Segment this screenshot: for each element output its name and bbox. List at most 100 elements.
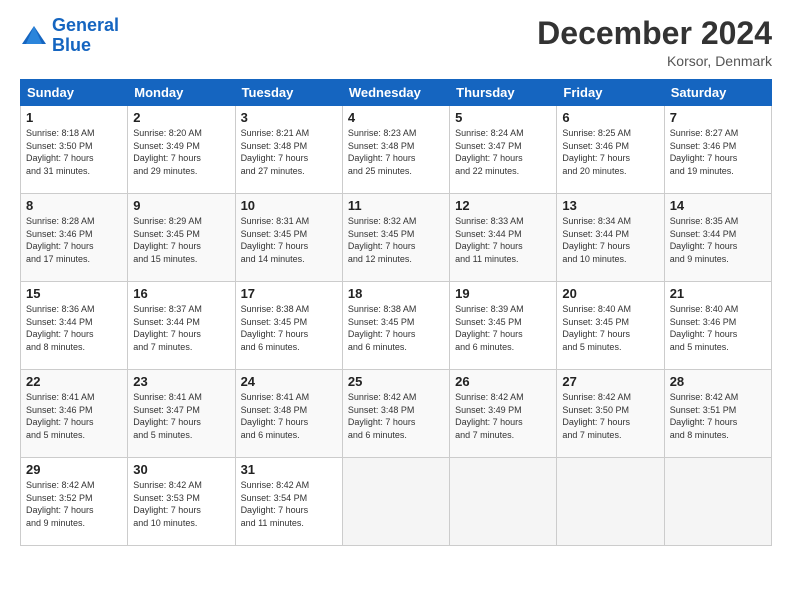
calendar-cell: 13Sunrise: 8:34 AM Sunset: 3:44 PM Dayli… xyxy=(557,194,664,282)
day-info: Sunrise: 8:42 AM Sunset: 3:53 PM Dayligh… xyxy=(133,479,229,529)
day-info: Sunrise: 8:28 AM Sunset: 3:46 PM Dayligh… xyxy=(26,215,122,265)
day-info: Sunrise: 8:42 AM Sunset: 3:54 PM Dayligh… xyxy=(241,479,337,529)
day-number: 30 xyxy=(133,462,229,477)
day-number: 15 xyxy=(26,286,122,301)
calendar-cell: 29 Sunrise: 8:42 AM Sunset: 3:52 PM Dayli… xyxy=(21,458,128,546)
day-number: 22 xyxy=(26,374,122,389)
day-number: 7 xyxy=(670,110,766,125)
calendar-week-1: 1 Sunrise: 8:18 AM Sunset: 3:50 PM Daylig… xyxy=(21,106,772,194)
day-info: Sunrise: 8:42 AM Sunset: 3:52 PM Dayligh… xyxy=(26,479,122,529)
day-info: Sunrise: 8:31 AM Sunset: 3:45 PM Dayligh… xyxy=(241,215,337,265)
logo-text: General Blue xyxy=(52,16,119,56)
day-number: 21 xyxy=(670,286,766,301)
calendar-cell: 10 Sunrise: 8:31 AM Sunset: 3:45 PM Dayli… xyxy=(235,194,342,282)
calendar-cell: 12 Sunrise: 8:33 AM Sunset: 3:44 PM Dayli… xyxy=(450,194,557,282)
day-number: 8 xyxy=(26,198,122,213)
day-number: 28 xyxy=(670,374,766,389)
day-info: Sunrise: 8:25 AM Sunset: 3:46 PM Dayligh… xyxy=(562,127,658,177)
calendar-cell: 27 Sunrise: 8:42 AM Sunset: 3:50 PM Dayli… xyxy=(557,370,664,458)
day-number: 29 xyxy=(26,462,122,477)
day-number: 11 xyxy=(348,198,444,213)
day-number: 19 xyxy=(455,286,551,301)
calendar-cell: 4 Sunrise: 8:23 AM Sunset: 3:48 PM Daylig… xyxy=(342,106,449,194)
day-info: Sunrise: 8:33 AM Sunset: 3:44 PM Dayligh… xyxy=(455,215,551,265)
day-number: 26 xyxy=(455,374,551,389)
calendar-cell: 25Sunrise: 8:42 AM Sunset: 3:48 PM Dayli… xyxy=(342,370,449,458)
calendar-cell: 20 Sunrise: 8:40 AM Sunset: 3:45 PM Dayli… xyxy=(557,282,664,370)
day-info: Sunrise: 8:21 AM Sunset: 3:48 PM Dayligh… xyxy=(241,127,337,177)
calendar-cell: 14Sunrise: 8:35 AM Sunset: 3:44 PM Dayli… xyxy=(664,194,771,282)
weekday-header-wednesday: Wednesday xyxy=(342,80,449,106)
day-number: 24 xyxy=(241,374,337,389)
page: General Blue December 2024 Korsor, Denma… xyxy=(0,0,792,612)
calendar-cell: 2 Sunrise: 8:20 AM Sunset: 3:49 PM Daylig… xyxy=(128,106,235,194)
calendar-cell: 28 Sunrise: 8:42 AM Sunset: 3:51 PM Dayli… xyxy=(664,370,771,458)
calendar-cell: 19 Sunrise: 8:39 AM Sunset: 3:45 PM Dayli… xyxy=(450,282,557,370)
calendar-week-2: 8 Sunrise: 8:28 AM Sunset: 3:46 PM Daylig… xyxy=(21,194,772,282)
calendar-cell: 18Sunrise: 8:38 AM Sunset: 3:45 PM Dayli… xyxy=(342,282,449,370)
day-info: Sunrise: 8:29 AM Sunset: 3:45 PM Dayligh… xyxy=(133,215,229,265)
calendar-cell: 5Sunrise: 8:24 AM Sunset: 3:47 PM Daylig… xyxy=(450,106,557,194)
calendar-cell: 26 Sunrise: 8:42 AM Sunset: 3:49 PM Dayli… xyxy=(450,370,557,458)
calendar-cell: 30 Sunrise: 8:42 AM Sunset: 3:53 PM Dayli… xyxy=(128,458,235,546)
calendar-cell xyxy=(342,458,449,546)
day-number: 27 xyxy=(562,374,658,389)
day-info: Sunrise: 8:37 AM Sunset: 3:44 PM Dayligh… xyxy=(133,303,229,353)
month-title: December 2024 xyxy=(537,16,772,51)
day-info: Sunrise: 8:20 AM Sunset: 3:49 PM Dayligh… xyxy=(133,127,229,177)
calendar-cell xyxy=(557,458,664,546)
calendar-cell: 7Sunrise: 8:27 AM Sunset: 3:46 PM Daylig… xyxy=(664,106,771,194)
calendar-cell: 21Sunrise: 8:40 AM Sunset: 3:46 PM Dayli… xyxy=(664,282,771,370)
day-info: Sunrise: 8:41 AM Sunset: 3:46 PM Dayligh… xyxy=(26,391,122,441)
day-info: Sunrise: 8:42 AM Sunset: 3:51 PM Dayligh… xyxy=(670,391,766,441)
calendar-cell xyxy=(664,458,771,546)
day-info: Sunrise: 8:40 AM Sunset: 3:45 PM Dayligh… xyxy=(562,303,658,353)
day-info: Sunrise: 8:23 AM Sunset: 3:48 PM Dayligh… xyxy=(348,127,444,177)
weekday-header-monday: Monday xyxy=(128,80,235,106)
calendar-cell: 11 Sunrise: 8:32 AM Sunset: 3:45 PM Dayli… xyxy=(342,194,449,282)
calendar-cell: 3Sunrise: 8:21 AM Sunset: 3:48 PM Daylig… xyxy=(235,106,342,194)
day-number: 1 xyxy=(26,110,122,125)
day-info: Sunrise: 8:41 AM Sunset: 3:47 PM Dayligh… xyxy=(133,391,229,441)
day-number: 20 xyxy=(562,286,658,301)
day-info: Sunrise: 8:42 AM Sunset: 3:48 PM Dayligh… xyxy=(348,391,444,441)
day-number: 23 xyxy=(133,374,229,389)
day-info: Sunrise: 8:42 AM Sunset: 3:50 PM Dayligh… xyxy=(562,391,658,441)
day-info: Sunrise: 8:42 AM Sunset: 3:49 PM Dayligh… xyxy=(455,391,551,441)
weekday-header-tuesday: Tuesday xyxy=(235,80,342,106)
day-info: Sunrise: 8:18 AM Sunset: 3:50 PM Dayligh… xyxy=(26,127,122,177)
day-number: 17 xyxy=(241,286,337,301)
header: General Blue December 2024 Korsor, Denma… xyxy=(20,16,772,69)
day-number: 12 xyxy=(455,198,551,213)
day-info: Sunrise: 8:36 AM Sunset: 3:44 PM Dayligh… xyxy=(26,303,122,353)
calendar-cell: 16Sunrise: 8:37 AM Sunset: 3:44 PM Dayli… xyxy=(128,282,235,370)
calendar-cell: 15 Sunrise: 8:36 AM Sunset: 3:44 PM Dayli… xyxy=(21,282,128,370)
logo-icon xyxy=(20,22,48,50)
calendar: SundayMondayTuesdayWednesdayThursdayFrid… xyxy=(20,79,772,546)
day-number: 2 xyxy=(133,110,229,125)
calendar-cell xyxy=(450,458,557,546)
title-block: December 2024 Korsor, Denmark xyxy=(537,16,772,69)
day-number: 13 xyxy=(562,198,658,213)
day-number: 18 xyxy=(348,286,444,301)
day-info: Sunrise: 8:24 AM Sunset: 3:47 PM Dayligh… xyxy=(455,127,551,177)
calendar-cell: 17Sunrise: 8:38 AM Sunset: 3:45 PM Dayli… xyxy=(235,282,342,370)
day-number: 9 xyxy=(133,198,229,213)
calendar-cell: 24 Sunrise: 8:41 AM Sunset: 3:48 PM Dayli… xyxy=(235,370,342,458)
day-info: Sunrise: 8:39 AM Sunset: 3:45 PM Dayligh… xyxy=(455,303,551,353)
calendar-cell: 23 Sunrise: 8:41 AM Sunset: 3:47 PM Dayli… xyxy=(128,370,235,458)
day-number: 6 xyxy=(562,110,658,125)
day-info: Sunrise: 8:32 AM Sunset: 3:45 PM Dayligh… xyxy=(348,215,444,265)
day-number: 10 xyxy=(241,198,337,213)
logo: General Blue xyxy=(20,16,119,56)
calendar-week-4: 22 Sunrise: 8:41 AM Sunset: 3:46 PM Dayli… xyxy=(21,370,772,458)
calendar-cell: 31 Sunrise: 8:42 AM Sunset: 3:54 PM Dayli… xyxy=(235,458,342,546)
location: Korsor, Denmark xyxy=(537,53,772,69)
weekday-header-saturday: Saturday xyxy=(664,80,771,106)
day-number: 31 xyxy=(241,462,337,477)
day-info: Sunrise: 8:41 AM Sunset: 3:48 PM Dayligh… xyxy=(241,391,337,441)
calendar-cell: 6 Sunrise: 8:25 AM Sunset: 3:46 PM Daylig… xyxy=(557,106,664,194)
day-number: 4 xyxy=(348,110,444,125)
calendar-cell: 8 Sunrise: 8:28 AM Sunset: 3:46 PM Daylig… xyxy=(21,194,128,282)
day-info: Sunrise: 8:35 AM Sunset: 3:44 PM Dayligh… xyxy=(670,215,766,265)
